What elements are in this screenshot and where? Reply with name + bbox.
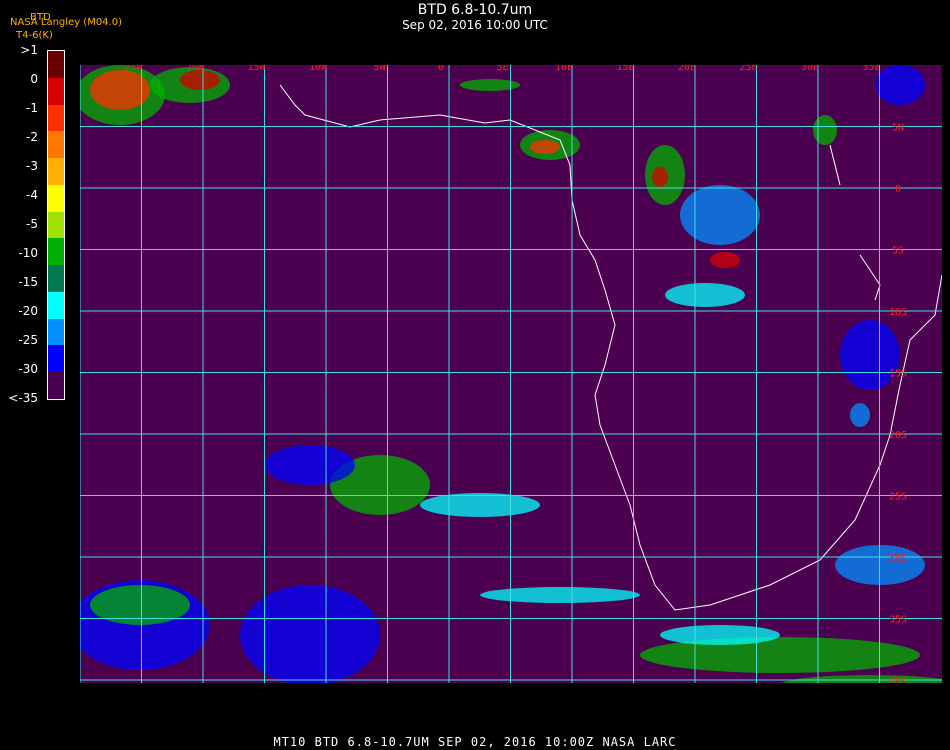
colorbar-tick-label: <-35	[8, 391, 38, 405]
colorbar-tick-label: -20	[18, 304, 38, 318]
longitude-label: 15E	[616, 65, 634, 73]
lake-outline	[859, 254, 881, 301]
colorbar-tick-label: -10	[18, 246, 38, 260]
cloud-region	[850, 403, 870, 427]
colorbar-tick-label: -4	[26, 188, 38, 202]
latitude-label: 30S	[889, 553, 907, 564]
colorbar-swatch	[48, 345, 64, 373]
cloud-region	[420, 493, 540, 517]
colorbar-swatch	[48, 51, 64, 78]
longitude-label: 25E	[739, 65, 757, 73]
longitude-label: 35E	[862, 65, 880, 73]
cloud-region	[652, 167, 668, 187]
longitude-label: 10E	[555, 65, 573, 73]
cloud-region	[530, 140, 560, 154]
colorbar-swatch	[48, 265, 64, 292]
colorbar-tick-label: -1	[26, 101, 38, 115]
latitude-label: 5N	[892, 123, 904, 134]
colorbar-swatch	[48, 104, 64, 132]
longitude-label: 0	[438, 65, 444, 73]
colorbar-swatch	[48, 77, 64, 105]
colorbar-swatch	[48, 211, 64, 239]
cloud-region	[240, 585, 380, 683]
cloud-region	[781, 675, 942, 683]
lake-outline	[829, 144, 841, 186]
cloud-region	[680, 185, 760, 245]
longitude-label: 20E	[678, 65, 696, 73]
longitude-label: 5E	[496, 65, 508, 73]
longitude-label: 15W	[247, 65, 266, 73]
colorbar	[47, 50, 65, 400]
product-label: BTD	[30, 12, 51, 23]
cloud-region	[840, 320, 900, 390]
longitude-label: 10W	[309, 65, 328, 73]
cloud-region	[665, 283, 745, 307]
cloud-region	[180, 70, 220, 90]
latitude-label: 40S	[889, 676, 907, 683]
longitude-label: 25W	[124, 65, 143, 73]
colorbar-swatch	[48, 372, 64, 399]
colorbar-tick-label: >1	[20, 43, 38, 57]
map-canvas: 25W 20W 15W 10W 5W 0 5E 10E 15E 20E 25E 30E 35E 5N 0 5S…	[80, 65, 942, 683]
footer-caption: MT10 BTD 6.8-10.7UM SEP 02, 2016 10:00Z …	[273, 735, 677, 749]
latitude-label: 5S	[892, 246, 904, 257]
longitude-label: 30E	[801, 65, 819, 73]
colorbar-tick-label: -5	[26, 217, 38, 231]
cloud-region	[875, 65, 925, 105]
colorbar-tick-label: -25	[18, 333, 38, 347]
colorbar-swatch	[48, 184, 64, 212]
longitude-label: 20W	[186, 65, 205, 73]
data-source-label: NASA Langley (M04.0)	[10, 17, 122, 28]
cloud-region	[480, 587, 640, 603]
latitude-label: 15S	[889, 369, 907, 380]
colorbar-tick-label: -3	[26, 159, 38, 173]
colorbar-swatch	[48, 318, 64, 346]
cloud-region	[710, 252, 740, 268]
colorbar-swatch	[48, 158, 64, 185]
cloud-region	[660, 625, 780, 645]
colorbar-swatch	[48, 291, 64, 319]
colorbar-tick-label: -2	[26, 130, 38, 144]
longitude-label: 5W	[373, 65, 386, 73]
cloud-region	[265, 445, 355, 485]
latitude-label: 0	[895, 184, 901, 195]
latitude-label: 35S	[889, 615, 907, 626]
colorbar-swatch	[48, 238, 64, 266]
units-label: T4-6(K)	[16, 30, 53, 41]
latitude-label: 20S	[889, 430, 907, 441]
colorbar-tick-label: -30	[18, 362, 38, 376]
latitude-label: 25S	[889, 492, 907, 503]
colorbar-tick-label: 0	[30, 72, 38, 86]
latitude-label: 10S	[889, 307, 907, 318]
cloud-region	[813, 115, 837, 145]
colorbar-swatch	[48, 131, 64, 159]
colorbar-tick-label: -15	[18, 275, 38, 289]
map-timestamp: Sep 02, 2016 10:00 UTC	[402, 18, 548, 32]
satellite-map: 25W 20W 15W 10W 5W 0 5E 10E 15E 20E 25E 30E 35E 5N 0 5S…	[80, 65, 942, 683]
map-title: BTD 6.8-10.7um	[417, 2, 533, 18]
